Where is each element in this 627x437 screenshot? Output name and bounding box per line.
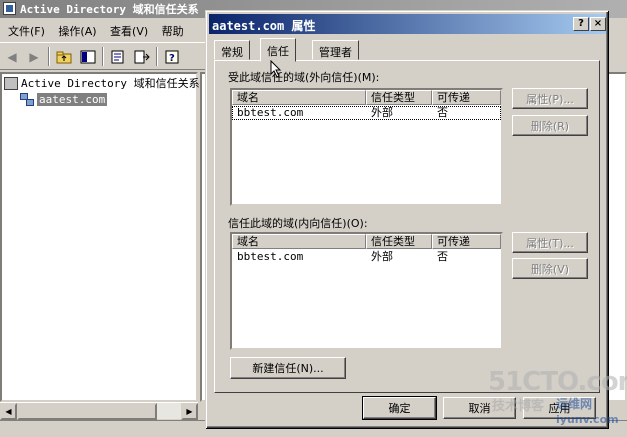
properties-icon[interactable] (108, 47, 128, 66)
menu-view[interactable]: 查看(V) (110, 25, 148, 38)
tab-trusts[interactable]: 信任 (260, 38, 296, 62)
column-domain-name[interactable]: 域名 (232, 90, 366, 105)
apply-button[interactable]: 应用 (523, 397, 596, 419)
ad-domains-icon (4, 76, 18, 90)
mmc-menubar: 文件(F) 操作(A) 查看(V) 帮助 (0, 20, 210, 42)
tab-general[interactable]: 常规 (214, 40, 250, 60)
outgoing-trusts-label: 受此域信任的域(外向信任)(M): (228, 71, 380, 84)
row-transitive: 否 (437, 250, 448, 263)
outgoing-remove-button[interactable]: 删除(R) (512, 115, 588, 136)
tree-item-root[interactable]: Active Directory 域和信任关系 (4, 76, 200, 90)
back-arrow-icon[interactable]: ◀ (2, 47, 22, 66)
mouse-cursor-icon (270, 60, 282, 78)
toolbar-separator (48, 47, 50, 66)
domain-icon (20, 92, 34, 106)
help-button[interactable]: ? (573, 17, 589, 31)
list-header: 域名 信任类型 可传递 (232, 234, 501, 249)
table-row[interactable]: bbtest.com 外部 否 (232, 106, 501, 120)
trusts-tab-panel: 受此域信任的域(外向信任)(M): 域名 信任类型 可传递 bbtest.com… (214, 60, 600, 393)
column-transitive[interactable]: 可传递 (432, 234, 501, 249)
close-button[interactable]: × (590, 17, 606, 31)
column-trust-type[interactable]: 信任类型 (366, 90, 432, 105)
column-trust-type[interactable]: 信任类型 (366, 234, 432, 249)
forward-arrow-icon[interactable]: ▶ (24, 47, 44, 66)
row-domain: bbtest.com (237, 106, 304, 119)
tree-root-label: Active Directory 域和信任关系 (21, 77, 200, 90)
outgoing-trusts-list[interactable]: 域名 信任类型 可传递 bbtest.com 外部 否 (230, 88, 503, 206)
dialog-title: aatest.com 属性 (212, 19, 316, 33)
console-tree[interactable]: Active Directory 域和信任关系 aatest.com (0, 72, 200, 402)
tab-managed-by[interactable]: 管理者 (312, 40, 359, 60)
incoming-remove-button[interactable]: 删除(V) (512, 258, 588, 279)
table-row[interactable]: bbtest.com 外部 否 (232, 250, 501, 264)
properties-dialog: aatest.com 属性 ? × 常规 信任 管理者 受此域信任的域(外向信任… (205, 10, 608, 428)
menu-action[interactable]: 操作(A) (58, 25, 96, 38)
row-trust-type: 外部 (371, 250, 393, 263)
help-icon[interactable]: ? (162, 47, 182, 66)
mmc-app-icon (3, 2, 16, 15)
up-folder-icon[interactable] (54, 47, 74, 66)
toolbar-separator (102, 47, 104, 66)
cancel-button[interactable]: 取消 (443, 397, 516, 419)
export-list-icon[interactable] (132, 47, 152, 66)
row-trust-type: 外部 (371, 106, 393, 119)
svg-text:?: ? (169, 53, 175, 64)
incoming-trusts-label: 信任此域的域(内向信任)(O): (228, 217, 368, 230)
row-transitive: 否 (437, 106, 448, 119)
menu-file[interactable]: 文件(F) (8, 25, 45, 38)
mmc-toolbar: ◀ ▶ ? (0, 42, 210, 70)
outgoing-properties-button[interactable]: 属性(P)... (512, 88, 588, 109)
tree-horizontal-scrollbar[interactable]: ◀ ▶ (0, 402, 198, 420)
column-transitive[interactable]: 可传递 (432, 90, 501, 105)
dialog-title-bar[interactable]: aatest.com 属性 ? × (209, 14, 606, 34)
scroll-right-icon[interactable]: ▶ (181, 403, 198, 420)
toolbar-separator (156, 47, 158, 66)
tree-item-aatest[interactable]: aatest.com (20, 92, 108, 106)
column-domain-name[interactable]: 域名 (232, 234, 366, 249)
mmc-title: Active Directory 域和信任关系 (20, 3, 199, 16)
incoming-trusts-list[interactable]: 域名 信任类型 可传递 bbtest.com 外部 否 (230, 232, 503, 350)
show-tree-icon[interactable] (78, 47, 98, 66)
scroll-thumb[interactable] (17, 403, 157, 420)
tree-child-label: aatest.com (37, 92, 108, 106)
scroll-left-icon[interactable]: ◀ (0, 403, 17, 420)
incoming-properties-button[interactable]: 属性(T)... (512, 232, 588, 253)
list-header: 域名 信任类型 可传递 (232, 90, 501, 105)
row-domain: bbtest.com (237, 250, 304, 263)
new-trust-button[interactable]: 新建信任(N)... (230, 357, 346, 379)
ok-button[interactable]: 确定 (362, 396, 437, 420)
menu-help[interactable]: 帮助 (162, 25, 184, 38)
